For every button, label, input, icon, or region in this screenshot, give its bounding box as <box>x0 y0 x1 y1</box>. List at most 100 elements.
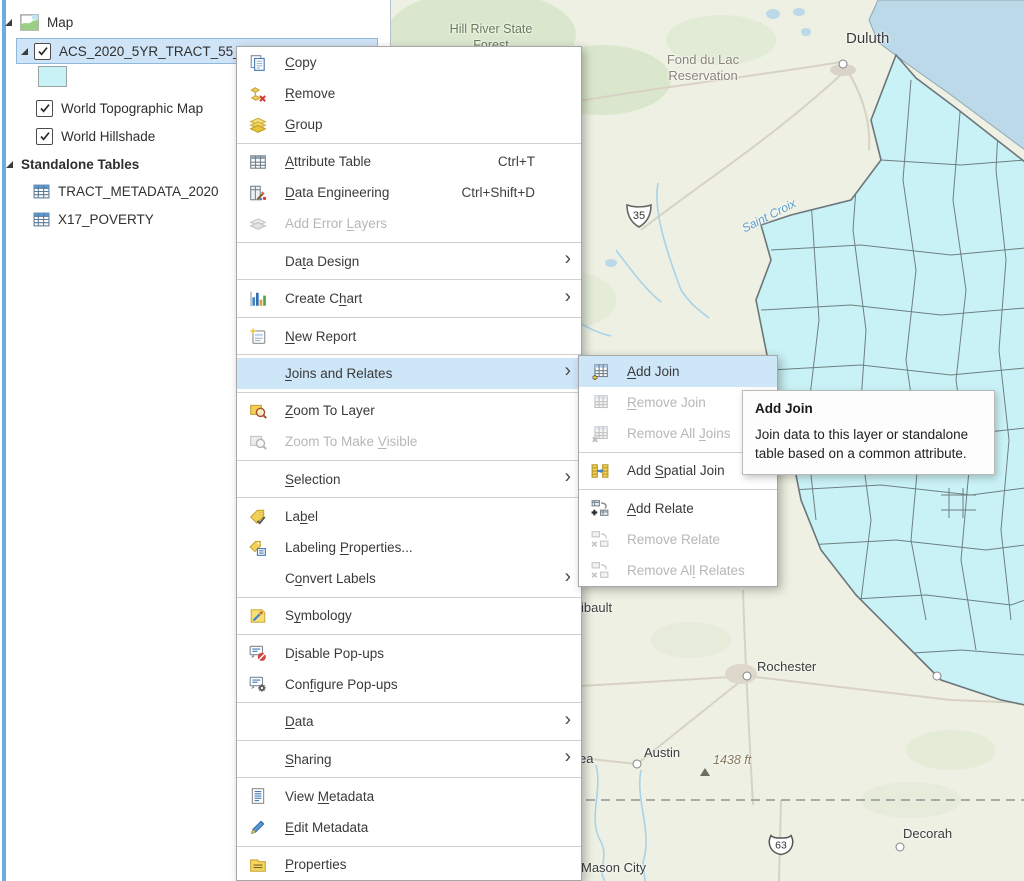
expander-icon[interactable] <box>6 161 13 168</box>
menu-item-add-join[interactable]: Add Join <box>579 356 777 387</box>
menu-item-label: Sharing <box>285 752 332 767</box>
menu-item-data-design[interactable]: Data Design› <box>237 246 581 277</box>
menu-item-label: Properties <box>285 857 347 872</box>
add-relate-icon <box>591 499 609 517</box>
icon-placeholder <box>249 470 267 488</box>
icon-placeholder <box>249 750 267 768</box>
menu-item-remove[interactable]: Remove <box>237 78 581 109</box>
map-label: Map <box>47 15 73 30</box>
menu-item-create-chart[interactable]: Create Chart › <box>237 283 581 314</box>
menu-item-copy[interactable]: Copy <box>237 47 581 78</box>
add-join-icon <box>591 363 609 381</box>
tree-group-standalone-tables[interactable]: Standalone Tables <box>6 152 139 176</box>
tree-item-poverty-table[interactable]: X17_POVERTY <box>33 207 154 231</box>
layer-context-menu: CopyRemoveGroupAttribute TableCtrl+TData… <box>236 46 582 881</box>
remove-relate-icon <box>591 530 609 548</box>
menu-item-label: Label <box>285 509 318 524</box>
menu-item-labeling-properties[interactable]: Labeling Properties... <box>237 532 581 563</box>
remove-all-joins-icon <box>591 425 609 443</box>
menu-item-new-report[interactable]: New Report <box>237 321 581 352</box>
submenu-arrow-icon: › <box>565 566 571 588</box>
menu-item-properties[interactable]: Properties <box>237 849 581 880</box>
tree-item-world-topographic-map[interactable]: World Topographic Map <box>36 96 203 120</box>
labeling-properties-icon <box>249 539 267 557</box>
menu-item-configure-pop-ups[interactable]: Configure Pop-ups <box>237 669 581 700</box>
menu-item-remove-relate: Remove Relate <box>579 524 777 555</box>
disable-popups-icon <box>249 644 267 662</box>
menu-item-label: Group <box>285 117 323 132</box>
menu-item-joins-and-relates[interactable]: Joins and Relates › <box>237 358 581 389</box>
configure-popups-icon <box>249 675 267 693</box>
menu-item-zoom-to-layer[interactable]: Zoom To Layer <box>237 395 581 426</box>
menu-separator <box>237 242 581 243</box>
arcgis-pro-window: Hill River State ForestDuluthFond du Lac… <box>0 0 1024 881</box>
standalone-tables-label: Standalone Tables <box>21 157 139 172</box>
menu-item-label: Add Error Layers <box>285 216 387 231</box>
add-join-tooltip: Add Join Join data to this layer or stan… <box>742 390 995 475</box>
table-label: X17_POVERTY <box>58 212 154 227</box>
view-metadata-icon <box>249 787 267 805</box>
city-dot <box>839 60 848 69</box>
remove-all-relates-icon <box>591 561 609 579</box>
menu-item-data[interactable]: Data› <box>237 706 581 737</box>
menu-item-label: Remove Join <box>627 395 706 410</box>
create-chart-icon <box>249 290 267 308</box>
menu-item-shortcut: Ctrl+Shift+D <box>461 185 573 200</box>
menu-item-disable-pop-ups[interactable]: Disable Pop-ups <box>237 638 581 669</box>
menu-item-add-relate[interactable]: Add Relate <box>579 493 777 524</box>
menu-separator <box>237 143 581 144</box>
tree-item-map[interactable]: Map <box>5 10 73 34</box>
layer-label: World Hillshade <box>61 129 155 144</box>
menu-item-label: New Report <box>285 329 356 344</box>
menu-item-add-error-layers: Add Error Layers <box>237 208 581 239</box>
menu-item-sharing[interactable]: Sharing› <box>237 744 581 775</box>
menu-item-label: Create Chart <box>285 291 362 306</box>
expander-icon[interactable] <box>5 19 12 26</box>
edit-metadata-icon <box>249 818 267 836</box>
menu-item-symbology[interactable]: Symbology <box>237 600 581 631</box>
copy-icon <box>249 54 267 72</box>
tooltip-title: Add Join <box>755 401 982 416</box>
table-icon <box>33 184 50 199</box>
icon-placeholder <box>249 570 267 588</box>
menu-item-label: Selection <box>285 472 341 487</box>
layer-symbol-swatch[interactable] <box>38 66 67 87</box>
menu-item-label: Remove All Joins <box>627 426 731 441</box>
menu-item-attribute-table[interactable]: Attribute TableCtrl+T <box>237 146 581 177</box>
tree-item-tract-metadata-table[interactable]: TRACT_METADATA_2020 <box>33 179 219 203</box>
zoom-make-visible-icon <box>249 433 267 451</box>
add-spatial-join-icon <box>591 462 609 480</box>
tree-item-world-hillshade[interactable]: World Hillshade <box>36 124 155 148</box>
menu-item-label: Add Spatial Join <box>627 463 725 478</box>
icon-placeholder <box>249 713 267 731</box>
layer-visibility-checkbox[interactable] <box>36 128 53 145</box>
menu-item-convert-labels[interactable]: Convert Labels› <box>237 563 581 594</box>
remove-join-icon <box>591 394 609 412</box>
menu-item-label: Data <box>285 714 314 729</box>
menu-item-selection[interactable]: Selection › <box>237 464 581 495</box>
menu-item-group[interactable]: Group <box>237 109 581 140</box>
menu-item-zoom-to-make-visible: Zoom To Make Visible <box>237 426 581 457</box>
menu-separator <box>237 634 581 635</box>
remove-icon <box>249 85 267 103</box>
map-thumbnail-icon <box>20 14 39 31</box>
submenu-arrow-icon: › <box>565 286 571 308</box>
menu-item-edit-metadata[interactable]: Edit Metadata <box>237 812 581 843</box>
map-label-decorah: Decorah <box>903 826 952 842</box>
group-icon <box>249 116 267 134</box>
menu-item-label: Remove All Relates <box>627 563 745 578</box>
menu-item-label: Joins and Relates <box>285 366 392 381</box>
layer-visibility-checkbox[interactable] <box>36 100 53 117</box>
menu-item-label: Labeling Properties... <box>285 540 413 555</box>
expander-icon[interactable] <box>21 48 28 55</box>
table-icon <box>33 212 50 227</box>
submenu-arrow-icon: › <box>565 467 571 489</box>
menu-item-view-metadata[interactable]: View Metadata <box>237 781 581 812</box>
menu-item-label[interactable]: Label <box>237 501 581 532</box>
layer-visibility-checkbox[interactable] <box>34 43 51 60</box>
attribute-table-icon <box>249 153 267 171</box>
menu-item-label: Data Engineering <box>285 185 389 200</box>
pane-edge[interactable] <box>2 0 6 881</box>
submenu-arrow-icon: › <box>565 361 571 383</box>
menu-item-data-engineering[interactable]: Data Engineering Ctrl+Shift+D <box>237 177 581 208</box>
